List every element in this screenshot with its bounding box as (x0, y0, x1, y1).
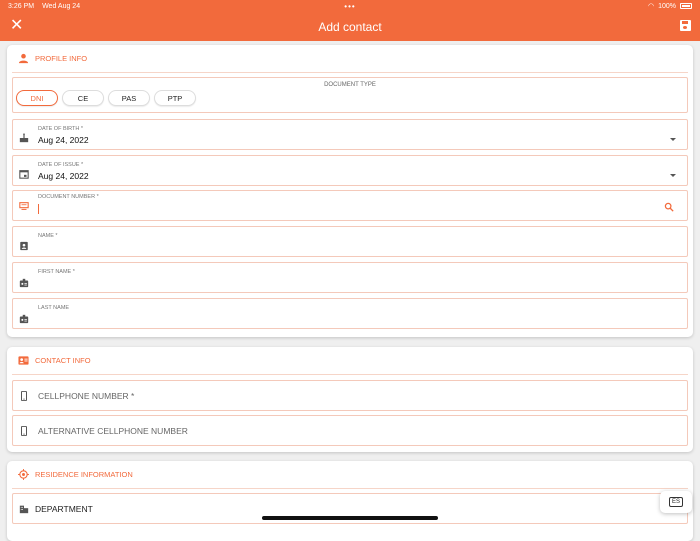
person-icon (18, 53, 29, 64)
phone-icon (21, 391, 27, 401)
document-number-label: DOCUMENT NUMBER * (38, 194, 99, 200)
text-cursor (38, 204, 39, 214)
building-icon (19, 505, 29, 514)
name-field[interactable]: NAME * (12, 226, 688, 257)
contact-info-header: CONTACT INFO (12, 347, 688, 375)
date-of-issue-label: DATE OF ISSUE * (38, 162, 84, 168)
department-placeholder: DEPARTMENT (35, 504, 93, 514)
document-type-label: DOCUMENT TYPE (324, 82, 376, 88)
save-icon[interactable] (680, 20, 691, 31)
page-title: Add contact (318, 19, 382, 34)
home-indicator[interactable] (262, 516, 438, 520)
date-of-birth-field[interactable]: DATE OF BIRTH * Aug 24, 2022 (12, 119, 688, 150)
section-title: CONTACT INFO (35, 356, 91, 365)
date-of-issue-value: Aug 24, 2022 (38, 171, 89, 181)
wifi-icon: ◠ (647, 3, 655, 10)
search-icon[interactable] (664, 202, 674, 212)
date-of-birth-value: Aug 24, 2022 (38, 135, 89, 145)
section-title: RESIDENCE INFORMATION (35, 470, 133, 479)
status-date: Wed Aug 24 (42, 2, 81, 10)
battery-percent: 100% (658, 2, 676, 10)
keyboard-language-label: ES (668, 497, 683, 507)
contact-badge-icon (20, 241, 28, 251)
profile-info-header: PROFILE INFO (12, 45, 688, 73)
first-name-label: FIRST NAME * (38, 269, 75, 275)
dropdown-caret-icon[interactable] (670, 138, 676, 141)
status-time: 3:26 PM (8, 2, 35, 10)
id-card-icon (19, 202, 29, 210)
dropdown-caret-icon[interactable] (670, 174, 676, 177)
profile-info-card: PROFILE INFO DOCUMENT TYPE DNI CE PAS PT… (7, 45, 693, 337)
status-bar: 3:26 PM Wed Aug 24 ••• ◠ 100% (0, 0, 700, 12)
residence-info-card: RESIDENCE INFORMATION DEPARTMENT (7, 461, 693, 541)
alternative-cellphone-placeholder: ALTERNATIVE CELLPHONE NUMBER (38, 426, 188, 436)
document-type-selector: DOCUMENT TYPE DNI CE PAS PTP (12, 77, 688, 113)
badge-icon (19, 278, 29, 288)
cellphone-placeholder: CELLPHONE NUMBER * (38, 391, 135, 401)
keyboard-language-button[interactable]: ES (660, 491, 692, 513)
residence-info-header: RESIDENCE INFORMATION (12, 461, 688, 489)
badge-icon (19, 314, 29, 324)
multitasking-dots-icon[interactable]: ••• (344, 2, 355, 11)
last-name-field[interactable]: LAST NAME (12, 298, 688, 329)
doc-type-dni-chip[interactable]: DNI (16, 90, 58, 106)
battery-icon (680, 3, 692, 9)
contact-info-card: CONTACT INFO CELLPHONE NUMBER * ALTERNAT… (7, 347, 693, 452)
date-of-issue-field[interactable]: DATE OF ISSUE * Aug 24, 2022 (12, 155, 688, 186)
app-bar: ✕ Add contact (0, 12, 700, 41)
cake-icon (19, 133, 29, 143)
phone-icon (21, 426, 27, 436)
doc-type-ptp-chip[interactable]: PTP (154, 90, 196, 106)
first-name-field[interactable]: FIRST NAME * (12, 262, 688, 293)
location-target-icon (18, 469, 29, 480)
doc-type-pas-chip[interactable]: PAS (108, 90, 150, 106)
date-of-birth-label: DATE OF BIRTH * (38, 126, 84, 132)
document-number-field[interactable]: DOCUMENT NUMBER * (12, 190, 688, 221)
alternative-cellphone-field[interactable]: ALTERNATIVE CELLPHONE NUMBER (12, 415, 688, 446)
section-title: PROFILE INFO (35, 54, 88, 63)
doc-type-ce-chip[interactable]: CE (62, 90, 104, 106)
close-icon[interactable]: ✕ (10, 16, 23, 36)
name-label: NAME * (38, 233, 58, 239)
last-name-label: LAST NAME (38, 305, 70, 311)
cellphone-field[interactable]: CELLPHONE NUMBER * (12, 380, 688, 411)
calendar-icon (19, 170, 29, 179)
contact-card-icon (18, 356, 29, 365)
